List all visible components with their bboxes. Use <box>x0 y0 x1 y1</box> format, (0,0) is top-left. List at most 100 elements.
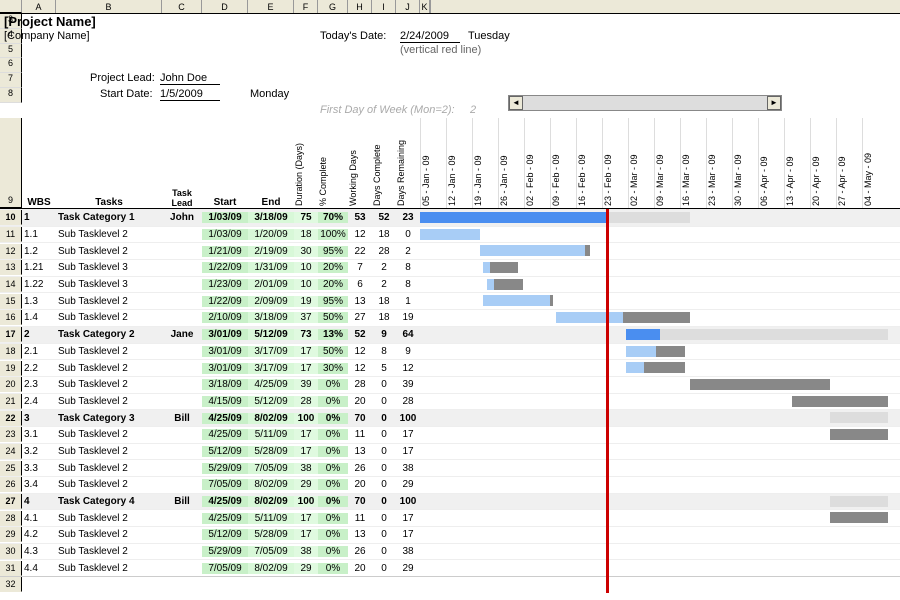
gantt-bar-total[interactable] <box>830 496 888 507</box>
task-cell[interactable]: Task Category 2 <box>56 329 162 340</box>
dc-cell[interactable]: 0 <box>372 563 396 574</box>
wbs-cell[interactable]: 3.4 <box>22 479 56 490</box>
wbs-cell[interactable]: 3 <box>22 413 56 424</box>
pct-cell[interactable]: 0% <box>318 413 348 424</box>
dr-cell[interactable]: 64 <box>396 329 420 340</box>
end-cell[interactable]: 5/28/09 <box>248 529 294 540</box>
dur-cell[interactable]: 39 <box>294 379 318 390</box>
col-dur[interactable]: Duration (Days) <box>294 118 304 208</box>
end-cell[interactable]: 1/20/09 <box>248 229 294 240</box>
wbs-cell[interactable]: 4.4 <box>22 563 56 574</box>
start-cell[interactable]: 4/15/09 <box>202 396 248 407</box>
dc-cell[interactable]: 0 <box>372 546 396 557</box>
end-cell[interactable]: 7/05/09 <box>248 546 294 557</box>
dr-cell[interactable]: 17 <box>396 513 420 524</box>
pct-cell[interactable]: 0% <box>318 379 348 390</box>
dc-cell[interactable]: 2 <box>372 279 396 290</box>
pct-cell[interactable]: 0% <box>318 563 348 574</box>
pct-cell[interactable]: 0% <box>318 513 348 524</box>
dc-cell[interactable]: 0 <box>372 429 396 440</box>
task-cell[interactable]: Sub Tasklevel 2 <box>56 296 162 307</box>
dr-cell[interactable]: 23 <box>396 212 420 223</box>
task-cell[interactable]: Sub Tasklevel 2 <box>56 229 162 240</box>
end-cell[interactable]: 8/02/09 <box>248 563 294 574</box>
start-cell[interactable]: 2/10/09 <box>202 312 248 323</box>
lead-cell[interactable]: Bill <box>162 496 202 507</box>
dr-cell[interactable]: 2 <box>396 246 420 257</box>
wbs-cell[interactable]: 1.2 <box>22 246 56 257</box>
dc-cell[interactable]: 18 <box>372 296 396 307</box>
dc-cell[interactable]: 0 <box>372 413 396 424</box>
task-cell[interactable]: Sub Tasklevel 2 <box>56 563 162 574</box>
col-letter[interactable]: F <box>294 0 318 13</box>
task-cell[interactable]: Sub Tasklevel 2 <box>56 479 162 490</box>
dc-cell[interactable]: 2 <box>372 262 396 273</box>
dc-cell[interactable]: 28 <box>372 246 396 257</box>
wbs-cell[interactable]: 3.2 <box>22 446 56 457</box>
start-cell[interactable]: 4/25/09 <box>202 496 248 507</box>
dur-cell[interactable]: 17 <box>294 363 318 374</box>
gantt-bar-total[interactable] <box>830 429 888 440</box>
lead-cell[interactable]: Jane <box>162 329 202 340</box>
wd-cell[interactable]: 70 <box>348 413 372 424</box>
dr-cell[interactable]: 1 <box>396 296 420 307</box>
end-cell[interactable]: 5/12/09 <box>248 396 294 407</box>
end-cell[interactable]: 7/05/09 <box>248 463 294 474</box>
wd-cell[interactable]: 11 <box>348 513 372 524</box>
end-cell[interactable]: 8/02/09 <box>248 479 294 490</box>
dr-cell[interactable]: 38 <box>396 546 420 557</box>
dur-cell[interactable]: 28 <box>294 396 318 407</box>
pct-cell[interactable]: 0% <box>318 479 348 490</box>
col-wbs[interactable]: WBS <box>22 118 56 208</box>
end-cell[interactable]: 3/18/09 <box>248 312 294 323</box>
dr-cell[interactable]: 19 <box>396 312 420 323</box>
col-end[interactable]: End <box>248 118 294 208</box>
gantt-bar-total[interactable] <box>830 512 888 523</box>
start-cell[interactable]: 7/05/09 <box>202 479 248 490</box>
wbs-cell[interactable]: 2.1 <box>22 346 56 357</box>
dc-cell[interactable]: 18 <box>372 312 396 323</box>
dur-cell[interactable]: 17 <box>294 429 318 440</box>
start-cell[interactable]: 1/23/09 <box>202 279 248 290</box>
col-pct[interactable]: % Complete <box>318 118 328 208</box>
dr-cell[interactable]: 17 <box>396 529 420 540</box>
dr-cell[interactable]: 29 <box>396 479 420 490</box>
wd-cell[interactable]: 12 <box>348 363 372 374</box>
task-cell[interactable]: Sub Tasklevel 2 <box>56 379 162 390</box>
end-cell[interactable]: 2/09/09 <box>248 296 294 307</box>
wbs-cell[interactable]: 4.2 <box>22 529 56 540</box>
start-cell[interactable]: 5/12/09 <box>202 529 248 540</box>
pct-cell[interactable]: 0% <box>318 546 348 557</box>
end-cell[interactable]: 3/18/09 <box>248 212 294 223</box>
col-letter[interactable]: H <box>348 0 372 13</box>
dr-cell[interactable]: 0 <box>396 229 420 240</box>
dur-cell[interactable]: 10 <box>294 279 318 290</box>
dc-cell[interactable]: 0 <box>372 479 396 490</box>
wd-cell[interactable]: 52 <box>348 329 372 340</box>
wd-cell[interactable]: 12 <box>348 346 372 357</box>
scroll-right-icon[interactable]: ► <box>767 96 781 110</box>
task-cell[interactable]: Sub Tasklevel 2 <box>56 529 162 540</box>
dr-cell[interactable]: 100 <box>396 496 420 507</box>
start-cell[interactable]: 5/29/09 <box>202 546 248 557</box>
dr-cell[interactable]: 38 <box>396 463 420 474</box>
col-letter[interactable]: I <box>372 0 396 13</box>
wbs-cell[interactable]: 2.3 <box>22 379 56 390</box>
wd-cell[interactable]: 12 <box>348 229 372 240</box>
start-cell[interactable]: 4/25/09 <box>202 413 248 424</box>
wbs-cell[interactable]: 2.4 <box>22 396 56 407</box>
start-cell[interactable]: 1/22/09 <box>202 296 248 307</box>
col-lead[interactable]: Task Lead <box>162 118 202 208</box>
dr-cell[interactable]: 17 <box>396 429 420 440</box>
dr-cell[interactable]: 29 <box>396 563 420 574</box>
dc-cell[interactable]: 0 <box>372 446 396 457</box>
end-cell[interactable]: 3/17/09 <box>248 346 294 357</box>
dr-cell[interactable]: 12 <box>396 363 420 374</box>
dur-cell[interactable]: 17 <box>294 446 318 457</box>
dur-cell[interactable]: 100 <box>294 496 318 507</box>
task-cell[interactable]: Sub Tasklevel 2 <box>56 363 162 374</box>
col-dc[interactable]: Days Complete <box>372 118 382 208</box>
dur-cell[interactable]: 37 <box>294 312 318 323</box>
end-cell[interactable]: 8/02/09 <box>248 496 294 507</box>
dur-cell[interactable]: 29 <box>294 479 318 490</box>
